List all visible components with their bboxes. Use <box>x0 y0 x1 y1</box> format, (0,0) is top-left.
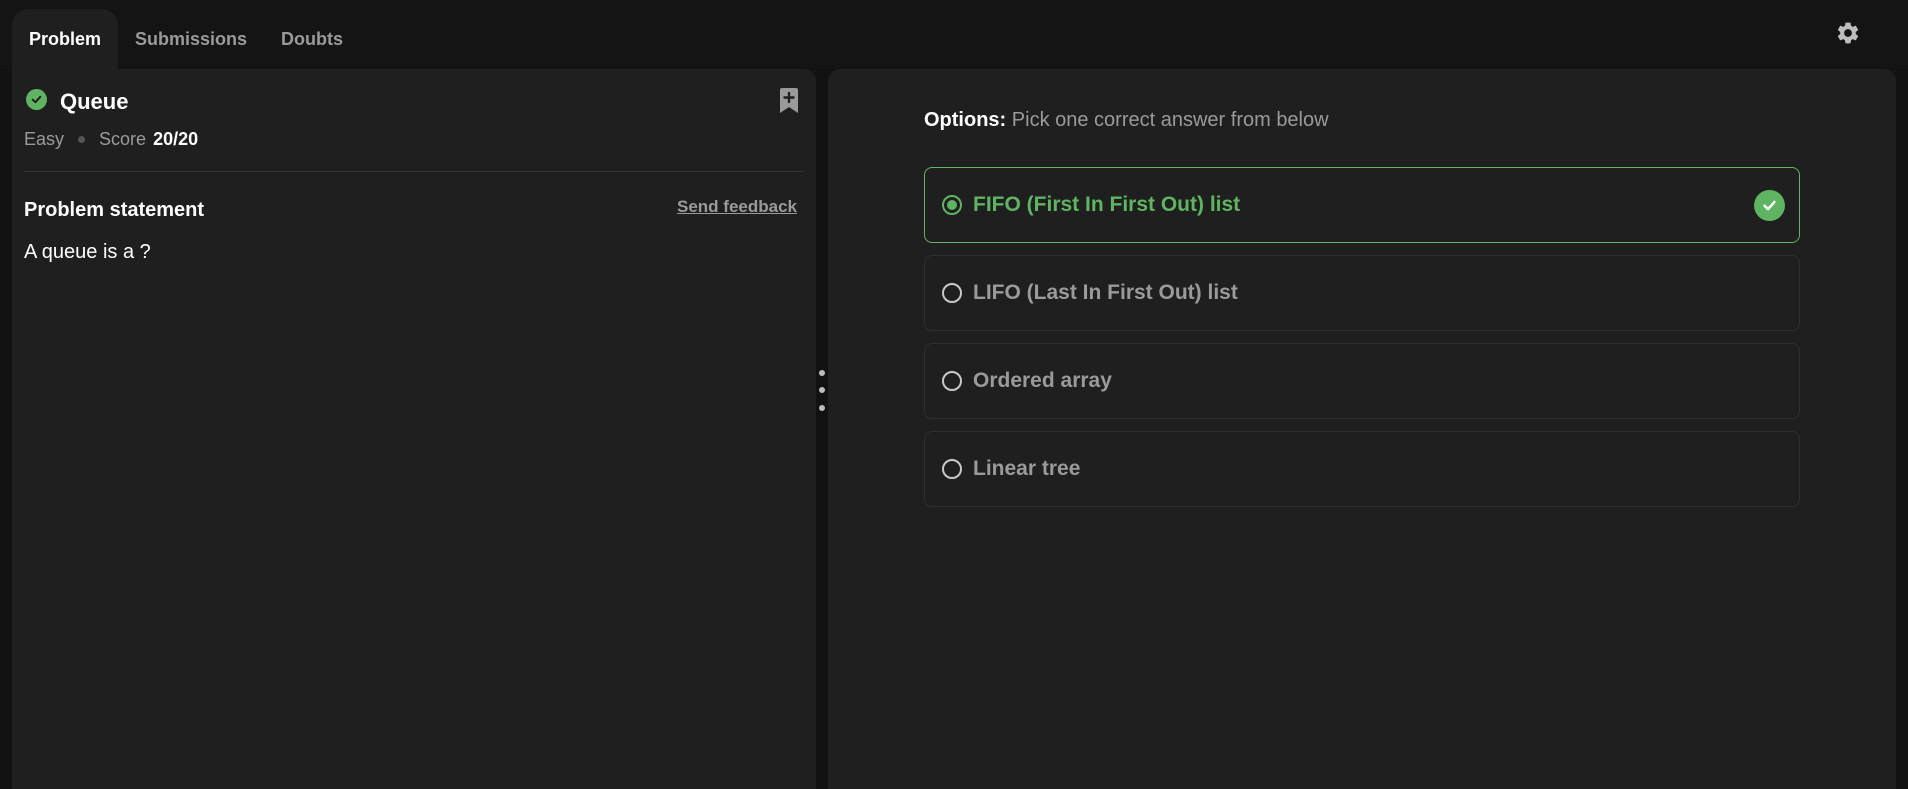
options-heading: Options: <box>924 109 1007 131</box>
panel-resizer[interactable] <box>816 365 828 415</box>
problem-panel: Queue Easy Score 20/20 Problem statement… <box>12 69 816 789</box>
correct-check-icon <box>1754 190 1785 221</box>
radio-button[interactable] <box>942 195 962 215</box>
gear-icon[interactable] <box>1835 20 1861 46</box>
option-2[interactable]: LIFO (Last In First Out) list <box>924 255 1800 331</box>
divider <box>24 171 804 172</box>
radio-button[interactable] <box>942 459 962 479</box>
option-3[interactable]: Ordered array <box>924 343 1800 419</box>
top-bar: Problem Submissions Doubts <box>0 0 1908 69</box>
drag-handle-icon <box>819 405 825 411</box>
option-4[interactable]: Linear tree <box>924 431 1800 507</box>
radio-button[interactable] <box>942 283 962 303</box>
tab-doubts[interactable]: Doubts <box>268 9 356 69</box>
options-instruction: Pick one correct answer from below <box>1011 109 1329 131</box>
send-feedback-link[interactable]: Send feedback <box>677 197 797 217</box>
score-label: Score <box>99 129 147 149</box>
separator-dot <box>78 136 86 143</box>
radio-selected-dot <box>947 200 957 210</box>
bookmark-add-icon[interactable] <box>777 87 801 115</box>
score-value: 20/20 <box>153 129 199 149</box>
problem-title: Queue <box>60 89 129 114</box>
tab-submissions[interactable]: Submissions <box>124 9 258 69</box>
drag-handle-icon <box>819 387 825 393</box>
option-label: Ordered array <box>973 369 1112 392</box>
difficulty-label: Easy <box>24 129 65 149</box>
drag-handle-icon <box>819 370 825 376</box>
tab-problem[interactable]: Problem <box>12 9 118 69</box>
option-1[interactable]: FIFO (First In First Out) list <box>924 167 1800 243</box>
problem-meta: Easy Score 20/20 <box>24 129 198 150</box>
option-label: Linear tree <box>973 457 1081 480</box>
options-panel: Options: Pick one correct answer from be… <box>828 69 1896 789</box>
problem-question: A queue is a ? <box>24 241 151 263</box>
check-circle-icon <box>26 89 47 110</box>
option-label: FIFO (First In First Out) list <box>973 193 1241 216</box>
problem-statement-heading: Problem statement <box>24 199 205 221</box>
option-label: LIFO (Last In First Out) list <box>973 281 1238 304</box>
radio-button[interactable] <box>942 371 962 391</box>
options-header: Options: Pick one correct answer from be… <box>924 109 1329 132</box>
